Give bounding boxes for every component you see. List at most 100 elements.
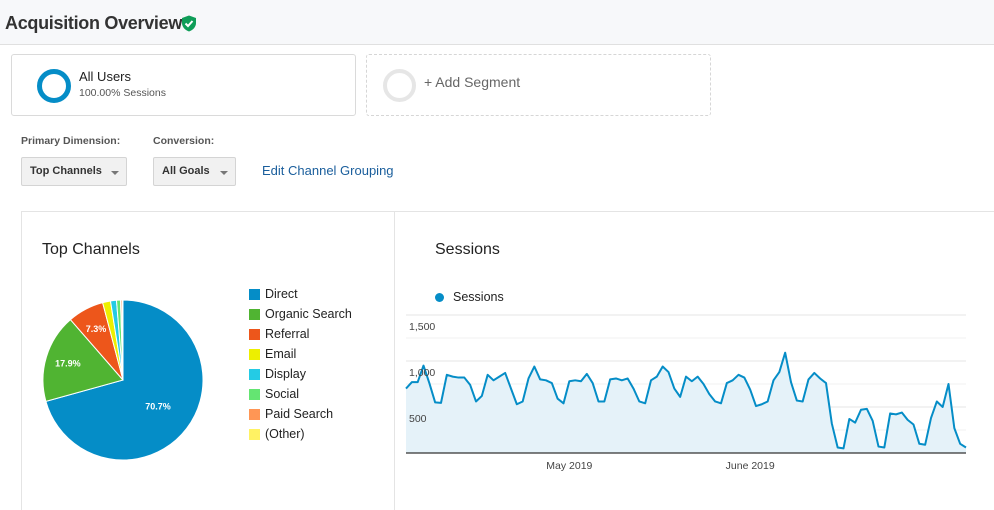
sessions-data-point[interactable]	[730, 377, 736, 383]
sessions-data-point[interactable]	[467, 382, 473, 388]
sessions-data-point[interactable]	[876, 444, 882, 450]
sessions-data-point[interactable]	[829, 421, 835, 427]
sessions-data-point[interactable]	[590, 380, 596, 386]
sessions-data-point[interactable]	[432, 399, 438, 405]
sessions-data-point[interactable]	[543, 377, 549, 383]
sessions-data-point[interactable]	[631, 386, 637, 392]
sessions-data-point[interactable]	[531, 364, 537, 370]
sessions-data-point[interactable]	[572, 377, 578, 383]
sessions-data-point[interactable]	[870, 418, 876, 424]
sessions-data-point[interactable]	[496, 374, 502, 380]
sessions-data-point[interactable]	[648, 377, 654, 383]
sessions-data-point[interactable]	[415, 379, 421, 385]
sessions-data-point[interactable]	[549, 380, 555, 386]
sessions-data-point[interactable]	[636, 398, 642, 404]
y-tick-label: 500	[409, 413, 427, 425]
sessions-data-point[interactable]	[724, 380, 730, 386]
sessions-data-point[interactable]	[712, 398, 718, 404]
sessions-data-point[interactable]	[794, 398, 800, 404]
sessions-data-point[interactable]	[706, 391, 712, 397]
sessions-data-point[interactable]	[701, 381, 707, 387]
sessions-data-point[interactable]	[782, 350, 788, 356]
sessions-data-point[interactable]	[771, 377, 777, 383]
sessions-data-point[interactable]	[881, 444, 887, 450]
sessions-data-point[interactable]	[893, 411, 899, 417]
sessions-data-point[interactable]	[718, 400, 724, 406]
sessions-data-point[interactable]	[788, 379, 794, 385]
sessions-data-point[interactable]	[800, 398, 806, 404]
sessions-data-point[interactable]	[473, 398, 479, 404]
sessions-data-point[interactable]	[677, 394, 683, 400]
sessions-data-point[interactable]	[946, 381, 952, 387]
sessions-data-point[interactable]	[753, 403, 759, 409]
sessions-data-point[interactable]	[555, 396, 561, 402]
sessions-data-point[interactable]	[461, 375, 467, 381]
sessions-data-point[interactable]	[759, 401, 765, 407]
sessions-data-point[interactable]	[858, 407, 864, 413]
sessions-data-point[interactable]	[526, 375, 532, 381]
sessions-data-point[interactable]	[613, 375, 619, 381]
sessions-data-point[interactable]	[450, 374, 456, 380]
sessions-data-point[interactable]	[403, 386, 409, 392]
sessions-data-point[interactable]	[456, 375, 462, 381]
sessions-data-point[interactable]	[905, 417, 911, 423]
sessions-data-point[interactable]	[846, 416, 852, 422]
sessions-data-point[interactable]	[811, 370, 817, 376]
sessions-data-point[interactable]	[619, 377, 625, 383]
sessions-data-point[interactable]	[817, 375, 823, 381]
sessions-data-point[interactable]	[514, 401, 520, 407]
sessions-data-point[interactable]	[683, 374, 689, 380]
sessions-data-point[interactable]	[561, 400, 567, 406]
sessions-data-point[interactable]	[584, 371, 590, 377]
sessions-data-point[interactable]	[899, 410, 905, 416]
sessions-data-point[interactable]	[841, 445, 847, 451]
sessions-data-point[interactable]	[695, 374, 701, 380]
sessions-data-point[interactable]	[922, 442, 928, 448]
sessions-data-point[interactable]	[741, 375, 747, 381]
sessions-data-point[interactable]	[485, 372, 491, 378]
sessions-data-point[interactable]	[520, 398, 526, 404]
sessions-data-point[interactable]	[689, 378, 695, 384]
sessions-data-point[interactable]	[736, 372, 742, 378]
sessions-data-point[interactable]	[444, 372, 450, 378]
sessions-data-point[interactable]	[928, 415, 934, 421]
sessions-data-point[interactable]	[566, 378, 572, 384]
sessions-data-point[interactable]	[642, 400, 648, 406]
sessions-data-point[interactable]	[806, 376, 812, 382]
sessions-data-point[interactable]	[537, 376, 543, 382]
sessions-data-point[interactable]	[409, 379, 415, 385]
sessions-data-point[interactable]	[596, 398, 602, 404]
sessions-data-point[interactable]	[852, 420, 858, 426]
sessions-data-point[interactable]	[426, 380, 432, 386]
sessions-data-point[interactable]	[578, 378, 584, 384]
sessions-data-point[interactable]	[957, 441, 963, 447]
sessions-data-point[interactable]	[747, 387, 753, 393]
sessions-data-point[interactable]	[601, 398, 607, 404]
sessions-data-point[interactable]	[776, 369, 782, 375]
sessions-data-point[interactable]	[607, 376, 613, 382]
sessions-data-point[interactable]	[934, 398, 940, 404]
sessions-data-point[interactable]	[625, 375, 631, 381]
y-tick-label: 1,500	[409, 321, 435, 333]
sessions-data-point[interactable]	[940, 404, 946, 410]
sessions-data-point[interactable]	[823, 380, 829, 386]
sessions-data-point[interactable]	[911, 421, 917, 427]
sessions-data-point[interactable]	[963, 444, 969, 450]
sessions-data-point[interactable]	[438, 400, 444, 406]
sessions-data-point[interactable]	[660, 364, 666, 370]
sessions-data-point[interactable]	[864, 406, 870, 412]
sessions-data-point[interactable]	[887, 410, 893, 416]
sessions-data-point[interactable]	[502, 370, 508, 376]
sessions-data-point[interactable]	[951, 425, 957, 431]
sessions-data-point[interactable]	[654, 374, 660, 380]
sessions-data-point[interactable]	[508, 386, 514, 392]
x-tick-label: June 2019	[726, 460, 775, 472]
sessions-data-point[interactable]	[479, 393, 485, 399]
sessions-data-point[interactable]	[765, 398, 771, 404]
sessions-data-point[interactable]	[835, 444, 841, 450]
sessions-data-point[interactable]	[916, 441, 922, 447]
y-tick-label: 1,000	[409, 367, 435, 379]
sessions-data-point[interactable]	[491, 377, 497, 383]
sessions-data-point[interactable]	[671, 386, 677, 392]
sessions-data-point[interactable]	[666, 369, 672, 375]
